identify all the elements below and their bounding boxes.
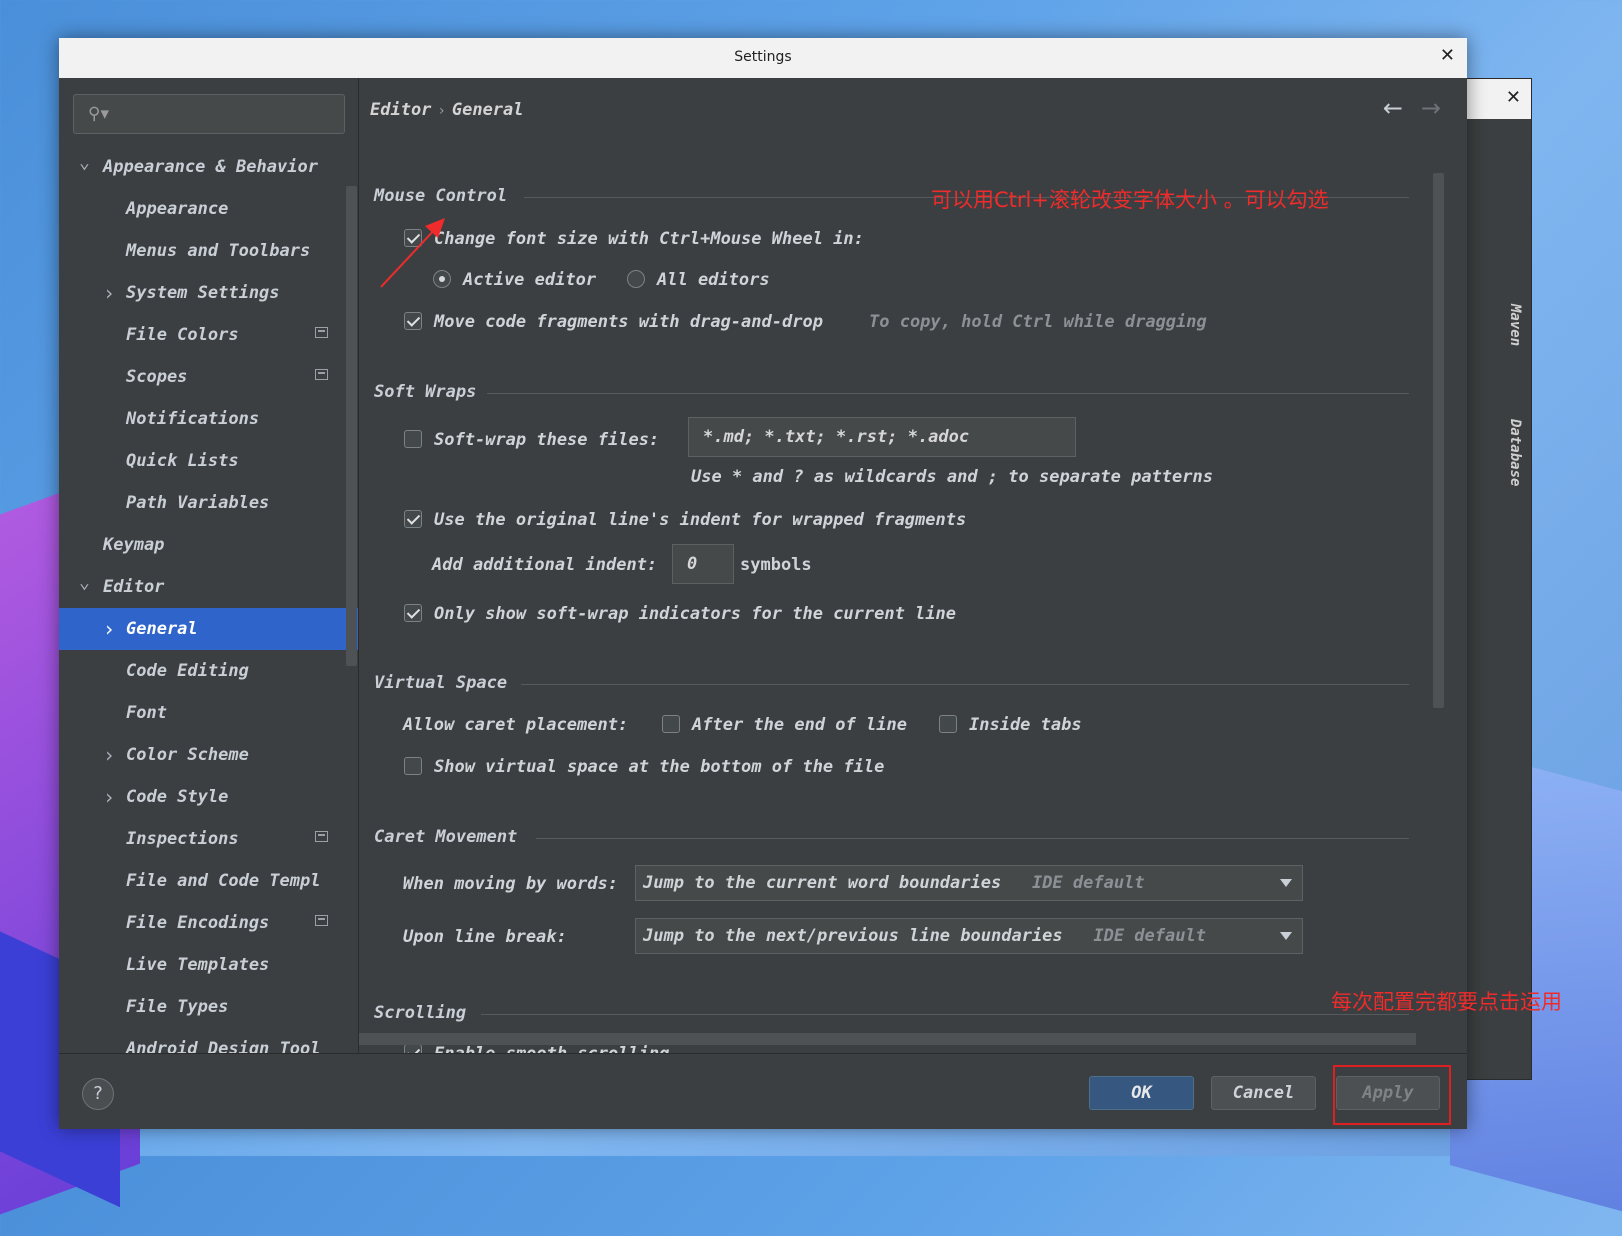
annotation-arrow [380,218,445,288]
ctrl-wheel-annotation: 可以用Ctrl+滚轮改变字体大小 。可以勾选 [931,188,1329,212]
apply-annotation: 每次配置完都要点击运用 [1331,990,1562,1014]
apply-highlight-box [1333,1065,1451,1125]
